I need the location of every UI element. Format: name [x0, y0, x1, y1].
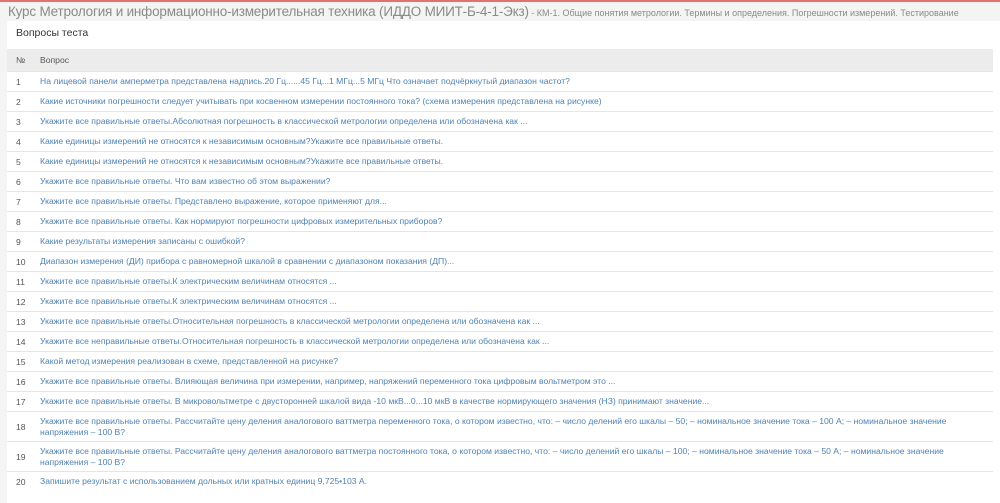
- question-number: 6: [7, 171, 40, 192]
- question-number: 5: [7, 151, 40, 172]
- question-number: 8: [7, 211, 40, 232]
- question-number: 3: [7, 111, 40, 132]
- test-subtitle: КМ-1. Общие понятия метрологии. Термины …: [536, 8, 959, 18]
- question-number: 2: [7, 91, 40, 112]
- table-row: 3 Укажите все правильные ответы.Абсолютна…: [7, 111, 993, 132]
- question-cell: Запишите результат с использованием доль…: [40, 471, 993, 491]
- question-link[interactable]: Запишите результат с использованием доль…: [40, 476, 367, 486]
- question-number: 4: [7, 131, 40, 152]
- question-cell: Укажите все правильные ответы. Как норми…: [40, 211, 993, 232]
- table-row: 11 Укажите все правильные ответы.К электр…: [7, 271, 993, 292]
- question-link[interactable]: Укажите все правильные ответы.Абсолютная…: [40, 116, 527, 126]
- question-number: 1: [7, 71, 40, 92]
- table-row: 12 Укажите все правильные ответы.К электр…: [7, 291, 993, 312]
- question-link[interactable]: Какие результаты измерения записаны с ош…: [40, 236, 245, 246]
- table-row: 18 Укажите все правильные ответы. Рассчит…: [7, 411, 993, 442]
- table-row: 4 Какие единицы измерений не относятся к …: [7, 131, 993, 152]
- question-cell: Укажите все правильные ответы.К электрич…: [40, 291, 993, 312]
- question-link[interactable]: Какой метод измерения реализован в схеме…: [40, 356, 338, 366]
- questions-panel: Вопросы теста № Вопрос 1 На лицевой панел…: [7, 21, 1000, 503]
- question-cell: Укажите все правильные ответы. В микрово…: [40, 391, 993, 412]
- table-row: 20 Запишите результат с использованием до…: [7, 471, 993, 491]
- question-cell: Укажите все правильные ответы. Что вам и…: [40, 171, 993, 192]
- question-cell: Какие результаты измерения записаны с ош…: [40, 231, 993, 252]
- table-row: 10 Диапазон измерения (ДИ) прибора с равн…: [7, 251, 993, 272]
- question-link[interactable]: Укажите все правильные ответы. Представл…: [40, 196, 387, 206]
- question-link[interactable]: Укажите все правильные ответы.К электрич…: [40, 276, 337, 286]
- panel-title: Вопросы теста: [16, 27, 89, 39]
- question-link[interactable]: Укажите все правильные ответы. Влияющая …: [40, 376, 615, 386]
- question-number: 20: [7, 471, 40, 491]
- question-cell: Укажите все правильные ответы.Относитель…: [40, 311, 993, 332]
- question-cell: Укажите все правильные ответы. Представл…: [40, 191, 993, 212]
- question-number: 9: [7, 231, 40, 252]
- table-row: 1 На лицевой панели амперметра представле…: [7, 71, 993, 92]
- table-row: 5 Какие единицы измерений не относятся к …: [7, 151, 993, 172]
- question-number: 12: [7, 291, 40, 312]
- question-link[interactable]: Укажите все правильные ответы. Что вам и…: [40, 176, 330, 186]
- question-cell: Укажите все неправильные ответы.Относите…: [40, 331, 993, 352]
- column-header-number: №: [7, 49, 40, 72]
- question-cell: Укажите все правильные ответы. Рассчитай…: [40, 411, 993, 442]
- questions-table: № Вопрос 1 На лицевой панели амперметра п…: [7, 49, 993, 491]
- question-link[interactable]: Укажите все правильные ответы. Рассчитай…: [40, 446, 944, 467]
- question-cell: Укажите все правильные ответы. Влияющая …: [40, 371, 993, 392]
- question-link[interactable]: Укажите все правильные ответы.Относитель…: [40, 316, 540, 326]
- question-number: 11: [7, 271, 40, 292]
- question-number: 16: [7, 371, 40, 392]
- question-cell: Какие единицы измерений не относятся к н…: [40, 151, 993, 172]
- question-cell: Какой метод измерения реализован в схеме…: [40, 351, 993, 372]
- question-number: 17: [7, 391, 40, 412]
- question-link[interactable]: Укажите все неправильные ответы.Относите…: [40, 336, 549, 346]
- table-row: 17 Укажите все правильные ответы. В микро…: [7, 391, 993, 412]
- table-row: 19 Укажите все правильные ответы. Рассчит…: [7, 441, 993, 472]
- question-link[interactable]: Какие единицы измерений не относятся к н…: [40, 156, 443, 166]
- question-number: 19: [7, 441, 40, 472]
- question-link[interactable]: Укажите все правильные ответы. Как норми…: [40, 216, 442, 226]
- table-row: 9 Какие результаты измерения записаны с о…: [7, 231, 993, 252]
- question-number: 13: [7, 311, 40, 332]
- question-cell: Диапазон измерения (ДИ) прибора с равном…: [40, 251, 993, 272]
- question-cell: Какие единицы измерений не относятся к н…: [40, 131, 993, 152]
- question-number: 15: [7, 351, 40, 372]
- course-title: Курс Метрология и информационно-измерите…: [8, 4, 529, 19]
- table-row: 6 Укажите все правильные ответы. Что вам …: [7, 171, 993, 192]
- question-link[interactable]: На лицевой панели амперметра представлен…: [40, 76, 570, 86]
- column-header-question: Вопрос: [40, 49, 993, 72]
- table-row: 14 Укажите все неправильные ответы.Относи…: [7, 331, 993, 352]
- table-row: 8 Укажите все правильные ответы. Как норм…: [7, 211, 993, 232]
- question-link[interactable]: Укажите все правильные ответы. Рассчитай…: [40, 416, 946, 437]
- question-link[interactable]: Диапазон измерения (ДИ) прибора с равном…: [40, 256, 454, 266]
- table-row: 16 Укажите все правильные ответы. Влияюща…: [7, 371, 993, 392]
- title-separator: -: [528, 8, 537, 18]
- table-row: 15 Какой метод измерения реализован в схе…: [7, 351, 993, 372]
- table-row: 13 Укажите все правильные ответы.Относите…: [7, 311, 993, 332]
- question-number: 10: [7, 251, 40, 272]
- question-link[interactable]: Какие источники погрешности следует учит…: [40, 96, 602, 106]
- question-number: 18: [7, 411, 40, 442]
- question-cell: Укажите все правильные ответы.Абсолютная…: [40, 111, 993, 132]
- table-row: 2 Какие источники погрешности следует учи…: [7, 91, 993, 112]
- question-number: 7: [7, 191, 40, 212]
- question-cell: На лицевой панели амперметра представлен…: [40, 71, 993, 92]
- question-link[interactable]: Укажите все правильные ответы. В микрово…: [40, 396, 709, 406]
- table-row: 7 Укажите все правильные ответы. Представ…: [7, 191, 993, 212]
- question-cell: Укажите все правильные ответы. Рассчитай…: [40, 441, 993, 472]
- question-link[interactable]: Укажите все правильные ответы.К электрич…: [40, 296, 337, 306]
- page-header: Курс Метрология и информационно-измерите…: [0, 2, 1000, 22]
- question-link[interactable]: Какие единицы измерений не относятся к н…: [40, 136, 443, 146]
- table-header: № Вопрос: [7, 49, 993, 72]
- question-number: 14: [7, 331, 40, 352]
- question-cell: Какие источники погрешности следует учит…: [40, 91, 993, 112]
- question-cell: Укажите все правильные ответы.К электрич…: [40, 271, 993, 292]
